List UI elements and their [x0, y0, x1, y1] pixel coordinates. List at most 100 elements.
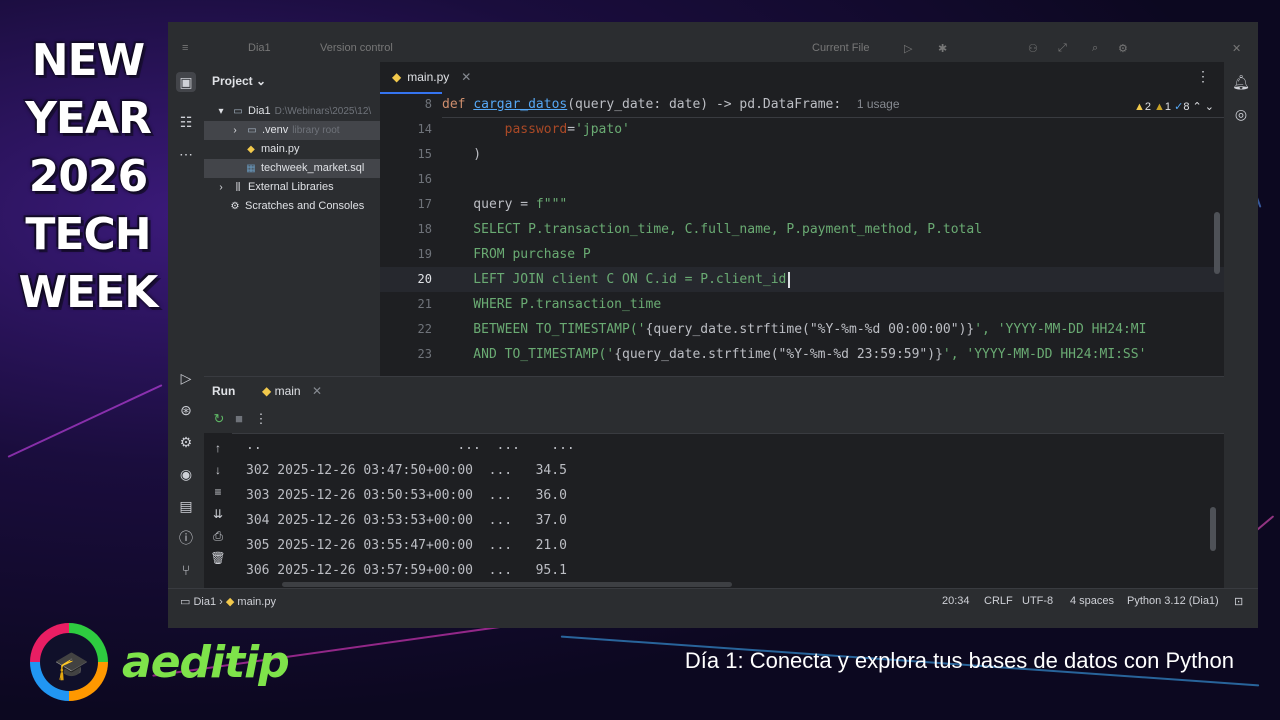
more-options-icon[interactable]: ⋮	[252, 410, 270, 428]
console-line: 303 2025-12-26 03:50:53+00:00 ... 36.0	[246, 488, 567, 503]
console-scrollbar-vertical[interactable]	[1210, 507, 1216, 551]
chevron-right-icon: ›	[219, 596, 223, 608]
tree-item-external-libraries[interactable]: › ⫼ External Libraries	[204, 178, 390, 197]
problems-icon[interactable]: ⓘ	[176, 528, 196, 548]
ai-assistant-icon[interactable]: ◎	[1231, 104, 1251, 124]
python-packages-icon[interactable]: ⊛	[176, 400, 196, 420]
console-scrollbar-horizontal[interactable]	[282, 582, 732, 587]
stop-icon[interactable]: ■	[230, 410, 248, 428]
event-title-line: TECH	[25, 209, 151, 260]
run-panel-header: Run ◆ main ✕	[204, 377, 1224, 407]
usage-hint[interactable]: 1 usage	[857, 97, 900, 111]
indent-setting[interactable]: 4 spaces	[1070, 595, 1114, 607]
param-name: password	[504, 122, 568, 137]
ide-window: ≡ Dia1 Version control Current File ▷ ✱ …	[168, 22, 1258, 628]
tab-label: main.py	[407, 70, 450, 84]
more-tools-icon[interactable]: ⋯	[176, 144, 196, 164]
project-tool-icon[interactable]: ▣	[176, 72, 196, 92]
run-tab-label: main	[274, 384, 301, 398]
main-menu-icon[interactable]: ≡	[182, 42, 188, 54]
sticky-line-def[interactable]: def cargar_datos(query_date: date) -> pd…	[442, 92, 1224, 118]
code-line-23: AND TO_TIMESTAMP('{query_date.strftime("…	[442, 342, 1146, 367]
project-selector[interactable]: Dia1	[248, 42, 271, 54]
settings-icon[interactable]: ⚙	[1118, 42, 1128, 55]
python-file-icon: ◆	[262, 384, 272, 398]
rerun-icon[interactable]: ↻	[210, 410, 228, 428]
file-encoding[interactable]: UTF-8	[1022, 595, 1053, 607]
breadcrumb: ▭ Dia1 › ◆ main.py	[180, 595, 276, 608]
event-title-line: YEAR	[25, 93, 152, 144]
code-line-18: SELECT P.transaction_time, C.full_name, …	[442, 222, 983, 237]
function-name: cargar_datos	[473, 97, 568, 112]
close-tab-icon[interactable]: ✕	[461, 62, 471, 92]
print-icon[interactable]: ⎙	[210, 529, 226, 544]
warning-count: 2	[1144, 101, 1151, 113]
trash-icon[interactable]: 🗑︎	[210, 551, 226, 565]
brand-name: aeditip	[122, 636, 290, 688]
folder-icon: ▭	[247, 125, 257, 136]
chevron-up-icon[interactable]: ⌃	[1193, 101, 1202, 113]
line-number: 23	[417, 347, 432, 361]
tree-item-hint: library root	[292, 125, 340, 136]
debug-tool-icon[interactable]: ◉	[176, 464, 196, 484]
project-panel-title[interactable]: Project ⌄	[212, 74, 266, 88]
tree-item-label: External Libraries	[248, 181, 334, 193]
run-config-selector[interactable]: Current File	[812, 42, 869, 54]
tree-item-techweek-sql[interactable]: ▦ techweek_market.sql	[204, 159, 380, 178]
breadcrumb-file[interactable]: main.py	[237, 596, 276, 608]
vcs-menu[interactable]: Version control	[320, 42, 393, 54]
run-tool-icon[interactable]: ▷	[176, 368, 196, 388]
python-interpreter[interactable]: Python 3.12 (Dia1)	[1127, 595, 1219, 607]
terminal-icon[interactable]: ▤	[176, 496, 196, 516]
tree-item-label: Scratches and Consoles	[245, 200, 365, 212]
line-separator[interactable]: CRLF	[984, 595, 1013, 607]
services-icon[interactable]: ⚙	[176, 432, 196, 452]
chevron-down-icon[interactable]: ⌄	[1205, 101, 1214, 113]
main-toolbar: ≡ Dia1 Version control Current File ▷ ✱ …	[168, 22, 1258, 62]
string-literal: 'jpato'	[575, 122, 630, 137]
code-area[interactable]: def cargar_datos(query_date: date) -> pd…	[442, 92, 1224, 402]
weak-warning-icon: ▲	[1154, 101, 1165, 113]
fstring-expr: {query_date.strftime("%Y-%m-%d 23:59:59"…	[614, 347, 943, 362]
breadcrumb-project[interactable]: Dia1	[193, 596, 216, 608]
chevron-down-icon: ▾	[218, 106, 224, 117]
editor-scrollbar-vertical[interactable]	[1214, 212, 1220, 274]
python-file-icon: ◆	[247, 144, 255, 155]
add-user-icon[interactable]: ⚇	[1028, 42, 1038, 55]
event-title-line: 2026	[28, 151, 148, 202]
code-line-19: FROM purchase P	[442, 247, 591, 262]
lock-icon[interactable]: ⊡	[1234, 595, 1243, 608]
code-line-21: WHERE P.transaction_time	[442, 297, 662, 312]
tree-item-scratches[interactable]: ⚙ Scratches and Consoles	[204, 197, 404, 216]
string-literal: BETWEEN TO_TIMESTAMP('	[442, 322, 646, 337]
console-output[interactable]: .. ... ... ... 302 2025-12-26 03:47:50+0…	[246, 433, 1206, 589]
close-icon[interactable]: ✕	[1232, 42, 1241, 55]
tool-window-bar-left: ▣ ☷ ⋯ ▷ ⊛ ⚙ ◉ ▤ ⓘ ⑂	[168, 62, 205, 588]
line-number: 21	[417, 297, 432, 311]
more-options-icon[interactable]: ⋮	[1196, 68, 1210, 85]
cursor-position[interactable]: 20:34	[942, 595, 970, 607]
search-icon[interactable]: ⌕	[1092, 42, 1098, 55]
debug-icon[interactable]: ✱	[938, 42, 947, 55]
inspection-widget[interactable]: ▲2 ▲1 ✓8 ⌃ ⌄	[1134, 100, 1214, 113]
scroll-to-end-icon[interactable]: ⇊	[210, 507, 226, 521]
notifications-icon[interactable]: 🔔︎	[1231, 72, 1251, 92]
line-number: 14	[417, 122, 432, 136]
tab-main-py[interactable]: ◆ main.py ✕	[380, 62, 484, 94]
line-number-gutter: 8 14 15 16 17 18 19 20 21 22 23	[380, 92, 442, 402]
arrow-up-icon[interactable]: ↑	[210, 441, 226, 455]
structure-tool-icon[interactable]: ☷	[176, 112, 196, 132]
tool-window-bar-right: 🔔︎ ◎	[1224, 62, 1258, 588]
event-title-line: NEW	[31, 35, 145, 86]
git-icon[interactable]: ⑂	[176, 560, 196, 580]
line-number: 22	[417, 322, 432, 336]
tree-item-venv[interactable]: › ▭ .venv library root	[204, 121, 380, 140]
soft-wrap-icon[interactable]: ≡	[210, 485, 226, 499]
chevron-right-icon: ›	[219, 182, 223, 193]
translate-icon[interactable]: ⤢	[1058, 42, 1067, 55]
tree-item-dia1[interactable]: ▾ ▭ Dia1 D:\Webinars\2025\12\	[204, 102, 390, 121]
run-tab-main[interactable]: ◆ main ✕	[254, 377, 330, 407]
run-icon[interactable]: ▷	[904, 42, 912, 55]
close-tab-icon[interactable]: ✕	[312, 384, 322, 398]
arrow-down-icon[interactable]: ↓	[210, 463, 226, 477]
